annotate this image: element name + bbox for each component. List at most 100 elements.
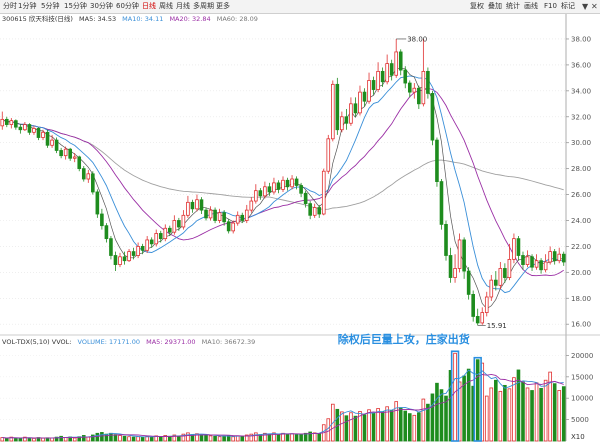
volume-bar [122, 435, 127, 442]
price-tick-label: 32.00 [571, 113, 591, 121]
candle-body [475, 316, 480, 324]
candle-body [552, 251, 557, 262]
price-tick-label: 30.00 [571, 139, 591, 147]
volume-bar [136, 436, 140, 442]
volume-bar [222, 435, 226, 442]
volume-bar [86, 436, 91, 442]
volume-bar [353, 415, 358, 442]
candle-body [45, 131, 50, 146]
candle-body [86, 173, 91, 180]
candle-body [407, 82, 412, 93]
candle-body [340, 116, 344, 131]
volume-bar [389, 410, 394, 442]
volume-bar [494, 379, 498, 442]
volume-bar [41, 437, 45, 442]
candle-body [376, 70, 380, 90]
candle-body [81, 168, 86, 180]
volume-tick-label: 20000 [571, 352, 593, 360]
volume-bar [417, 412, 421, 442]
volume-bar [217, 436, 222, 442]
candle-body [281, 179, 285, 190]
volume-bar [466, 368, 471, 442]
candle-body [100, 213, 104, 227]
price-axis: 16.00 18.00 20.00 22.00 24.00 26.00 28.00 30.00… [566, 35, 591, 329]
volume-bar [254, 432, 258, 442]
candle-body [77, 156, 82, 170]
volume-bar [317, 433, 322, 442]
candle-body [263, 186, 267, 197]
volume-bar [521, 381, 525, 442]
candle-body [453, 268, 457, 278]
price-tick-label: 16.00 [571, 321, 591, 329]
candle-body [494, 279, 498, 286]
price-tick-label: 24.00 [571, 217, 591, 225]
price-tick-label: 38.00 [571, 35, 591, 43]
volume-bar [398, 407, 403, 442]
candle-body [172, 220, 177, 233]
price-tick-label: 26.00 [571, 191, 591, 199]
volume-bar [507, 388, 512, 442]
volume-bar [484, 395, 489, 442]
volume-bar [81, 435, 86, 442]
volume-bar [72, 437, 77, 442]
candle-body [136, 246, 140, 256]
candle-body [380, 70, 385, 83]
volume-bar [204, 435, 208, 442]
candle-body [317, 207, 322, 215]
candle-body [204, 209, 208, 219]
kline-chart[interactable]: 16.00 18.00 20.00 22.00 24.00 26.00 28.00 30.00… [0, 0, 600, 446]
candle-body [95, 191, 100, 215]
candle-body [362, 91, 367, 102]
scale-badge: X10 [571, 433, 585, 441]
candle-body [131, 251, 136, 256]
candle-body [59, 150, 63, 157]
volume-bar [421, 398, 426, 442]
candle-body [154, 233, 159, 245]
candle-body [226, 221, 231, 232]
grid-lines [0, 14, 600, 442]
candle-body [267, 186, 272, 193]
volume-bar [376, 408, 380, 442]
volume-bar [380, 411, 385, 442]
volume-bar [340, 411, 344, 442]
volume-bar [444, 395, 448, 442]
candle-body [516, 238, 521, 256]
volume-bar [543, 379, 548, 442]
candle-body [548, 251, 552, 263]
volume-bar [539, 387, 543, 442]
candle-body [561, 253, 566, 263]
candle-body [462, 239, 466, 272]
annotations: 38.00 15.91 除权后巨量上攻，庄家出货 X10 [338, 35, 585, 442]
candle-body [231, 222, 235, 232]
volume-bar [27, 437, 32, 442]
volume-bar [140, 436, 145, 442]
candle-body [498, 268, 503, 286]
candle-body [530, 256, 534, 268]
volume-bar [489, 387, 494, 442]
candle-body [412, 87, 417, 93]
volume-bar [534, 382, 539, 442]
candle-body [480, 312, 485, 324]
candle-body [521, 255, 525, 265]
volume-bar [186, 432, 190, 442]
volume-bar [59, 435, 63, 442]
volume-bar [158, 436, 163, 442]
candle-body [217, 212, 222, 221]
volume-bar [299, 433, 303, 442]
volume-bar [127, 436, 131, 442]
volume-bar [113, 434, 118, 442]
candle-body [181, 214, 186, 228]
volume-bar [131, 436, 136, 442]
candle-body [32, 128, 36, 133]
volume-bar [561, 386, 566, 442]
volume-tick-label: 10000 [571, 395, 593, 403]
volume-bar [326, 418, 331, 442]
candle-body [68, 148, 72, 159]
candle-body [254, 190, 258, 202]
candle-body [163, 227, 168, 240]
volume-bar [435, 382, 439, 442]
candle-body [394, 51, 399, 76]
price-tick-label: 34.00 [571, 87, 591, 95]
volume-bar [312, 432, 317, 442]
candle-body [91, 173, 95, 193]
